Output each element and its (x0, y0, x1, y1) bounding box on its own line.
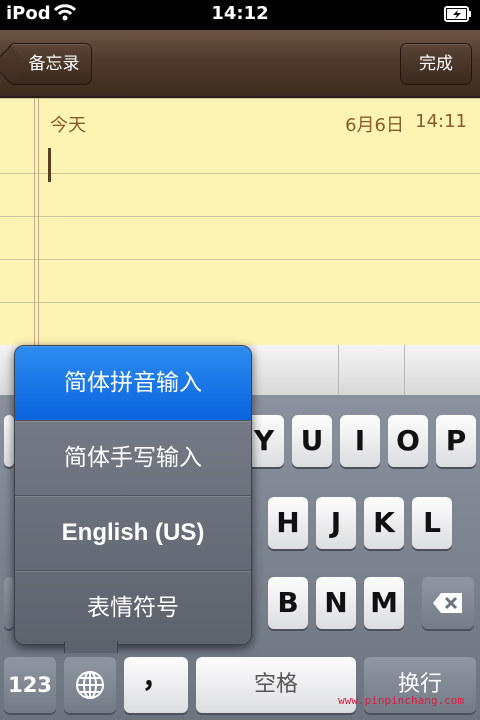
shift-key[interactable] (4, 577, 14, 629)
numbers-key[interactable]: 123 (4, 657, 56, 713)
key-b[interactable]: B (268, 577, 308, 629)
back-button[interactable]: 备忘录 (8, 43, 92, 85)
input-option-emoji[interactable]: 表情符号 (15, 571, 251, 644)
watermark: www.pinpinchang.com (338, 694, 464, 707)
input-option-english[interactable]: English (US) (15, 496, 251, 571)
globe-icon (74, 671, 106, 705)
candidate-cell[interactable] (338, 345, 405, 395)
input-option-handwriting[interactable]: 简体手写输入 (15, 421, 251, 496)
note-editor[interactable]: 今天 6月6日 14:11 (0, 98, 480, 345)
key-u[interactable]: U (292, 415, 332, 467)
popup-pointer (64, 641, 118, 653)
key-i[interactable]: I (340, 415, 380, 467)
clock: 14:12 (211, 3, 269, 24)
delete-key[interactable] (422, 577, 474, 629)
note-time: 14:11 (415, 111, 467, 132)
done-button[interactable]: 完成 (400, 43, 472, 85)
note-date-label: 今天 (50, 115, 86, 136)
space-key[interactable]: 空格 (196, 657, 356, 713)
globe-key[interactable] (64, 657, 116, 713)
key-o[interactable]: O (388, 415, 428, 467)
margin-line (34, 98, 39, 345)
input-method-menu: 简体拼音输入 简体手写输入 English (US) 表情符号 (14, 345, 252, 645)
key-hidden[interactable] (4, 415, 14, 467)
candidate-cell[interactable] (272, 345, 339, 395)
input-option-pinyin[interactable]: 简体拼音输入 (15, 346, 251, 421)
battery-icon (444, 6, 472, 26)
key-h[interactable]: H (268, 497, 308, 549)
text-cursor (48, 148, 51, 182)
candidate-cell[interactable] (404, 345, 470, 395)
backspace-icon (431, 593, 465, 619)
key-m[interactable]: M (364, 577, 404, 629)
key-j[interactable]: J (316, 497, 356, 549)
key-k[interactable]: K (364, 497, 404, 549)
back-button-label: 备忘录 (28, 54, 80, 74)
key-l[interactable]: L (412, 497, 452, 549)
comma-key[interactable]: ， (124, 657, 188, 713)
note-date: 6月6日 (345, 115, 404, 136)
key-n[interactable]: N (316, 577, 356, 629)
nav-bar: 备忘录 完成 (0, 30, 480, 98)
key-p[interactable]: P (436, 415, 476, 467)
status-bar: iPod 14:12 (0, 0, 480, 30)
